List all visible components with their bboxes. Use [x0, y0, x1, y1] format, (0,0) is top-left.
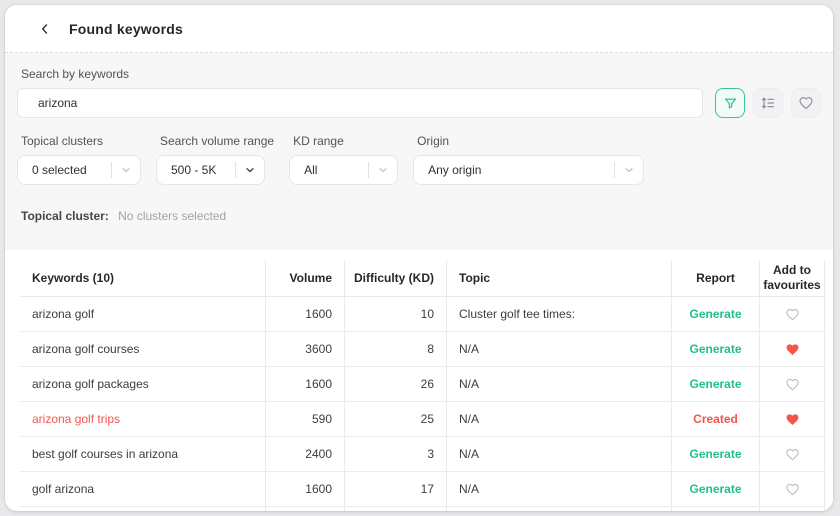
- col-header-favourites: Add to favourites: [760, 260, 825, 296]
- col-header-topic: Topic: [447, 260, 672, 296]
- col-header-difficulty: Difficulty (KD): [345, 260, 447, 296]
- dropdown-value: Any origin: [414, 163, 614, 177]
- keywords-table: Keywords (10) Volume Difficulty (KD) Top…: [20, 260, 825, 511]
- filter-label: Topical clusters: [21, 134, 141, 148]
- report-link[interactable]: Generate: [689, 482, 741, 496]
- report-link[interactable]: Generate: [689, 307, 741, 321]
- table-row: arizona golf trips 590 25 N/A Created: [20, 402, 825, 437]
- panel-header: Found keywords: [5, 5, 833, 53]
- difficulty-cell: 17: [345, 472, 447, 506]
- report-link[interactable]: Generate: [689, 377, 741, 391]
- heart-outline-icon: [785, 307, 800, 322]
- sort-order-button[interactable]: [753, 88, 783, 118]
- topic-cell: N/A: [447, 437, 672, 471]
- volume-cell: 1600: [266, 367, 345, 401]
- filter-origin: Origin Any origin: [413, 132, 644, 185]
- keyword-link[interactable]: golf arizona: [32, 482, 94, 496]
- search-input[interactable]: [17, 88, 703, 118]
- volume-cell: 2400: [266, 437, 345, 471]
- back-button[interactable]: [35, 19, 55, 39]
- volume-cell: 3600: [266, 332, 345, 366]
- keywords-table-section: Keywords (10) Volume Difficulty (KD) Top…: [5, 250, 833, 511]
- volume-cell: 590: [266, 402, 345, 436]
- table-header-row: Keywords (10) Volume Difficulty (KD) Top…: [20, 260, 825, 297]
- col-header-report: Report: [672, 260, 760, 296]
- page-title: Found keywords: [69, 21, 183, 37]
- chevron-down-icon: [236, 164, 264, 176]
- col-header-volume: Volume: [266, 260, 345, 296]
- col-header-keywords: Keywords (10): [20, 260, 266, 296]
- filter-label: Origin: [417, 134, 644, 148]
- table-row-partial: [20, 507, 825, 511]
- origin-dropdown[interactable]: Any origin: [413, 155, 644, 185]
- chevron-down-icon: [369, 164, 397, 176]
- chevron-left-icon: [38, 22, 52, 36]
- difficulty-cell: 25: [345, 402, 447, 436]
- filter-topical-clusters: Topical clusters 0 selected: [17, 132, 141, 185]
- heart-filled-icon: [785, 412, 800, 427]
- table-body: arizona golf 1600 10 Cluster golf tee ti…: [20, 297, 825, 507]
- keyword-link[interactable]: arizona golf: [32, 307, 94, 321]
- dropdown-value: All: [290, 163, 368, 177]
- topical-cluster-status: Topical cluster: No clusters selected: [21, 209, 821, 223]
- dropdown-value: 500 - 5K: [157, 163, 235, 177]
- search-volume-dropdown[interactable]: 500 - 5K: [156, 155, 265, 185]
- chevron-down-icon: [615, 164, 643, 176]
- heart-filled-icon: [785, 342, 800, 357]
- topic-cell: Cluster golf tee times:: [447, 297, 672, 331]
- found-keywords-panel: Found keywords Search by keywords: [5, 5, 833, 511]
- filter-label: KD range: [293, 134, 398, 148]
- report-link[interactable]: Created: [693, 412, 738, 426]
- heart-outline-icon: [785, 482, 800, 497]
- table-row: arizona golf courses 3600 8 N/A Generate: [20, 332, 825, 367]
- topic-cell: N/A: [447, 472, 672, 506]
- filter-label: Search volume range: [160, 134, 274, 148]
- topical-cluster-label: Topical cluster:: [21, 209, 109, 223]
- favourite-toggle[interactable]: [781, 373, 803, 395]
- kd-range-dropdown[interactable]: All: [289, 155, 398, 185]
- funnel-icon: [723, 96, 738, 111]
- favourite-toggle[interactable]: [781, 443, 803, 465]
- table-row: arizona golf packages 1600 26 N/A Genera…: [20, 367, 825, 402]
- favourite-toggle[interactable]: [781, 338, 803, 360]
- topic-cell: N/A: [447, 402, 672, 436]
- volume-cell: 1600: [266, 472, 345, 506]
- heart-icon: [798, 95, 814, 111]
- topic-cell: N/A: [447, 332, 672, 366]
- filter-section: Search by keywords: [5, 53, 833, 250]
- table-row: arizona golf 1600 10 Cluster golf tee ti…: [20, 297, 825, 332]
- keyword-link[interactable]: best golf courses in arizona: [32, 447, 178, 461]
- volume-cell: 1600: [266, 297, 345, 331]
- table-row: best golf courses in arizona 2400 3 N/A …: [20, 437, 825, 472]
- keyword-link[interactable]: arizona golf packages: [32, 377, 149, 391]
- filter-kd-range: KD range All: [289, 132, 398, 185]
- table-row: golf arizona 1600 17 N/A Generate: [20, 472, 825, 507]
- difficulty-cell: 26: [345, 367, 447, 401]
- heart-outline-icon: [785, 377, 800, 392]
- report-link[interactable]: Generate: [689, 447, 741, 461]
- topic-cell: N/A: [447, 367, 672, 401]
- chevron-down-icon: [112, 164, 140, 176]
- favourites-filter-button[interactable]: [791, 88, 821, 118]
- topical-clusters-dropdown[interactable]: 0 selected: [17, 155, 141, 185]
- difficulty-cell: 3: [345, 437, 447, 471]
- report-link[interactable]: Generate: [689, 342, 741, 356]
- sort-lines-icon: [760, 95, 776, 111]
- favourite-toggle[interactable]: [781, 303, 803, 325]
- search-label: Search by keywords: [21, 67, 821, 81]
- filters-row: Topical clusters 0 selected Search volum…: [17, 132, 821, 185]
- filter-search-volume: Search volume range 500 - 5K: [156, 132, 274, 185]
- heart-outline-icon: [785, 447, 800, 462]
- filter-toggle-button[interactable]: [715, 88, 745, 118]
- favourite-toggle[interactable]: [781, 408, 803, 430]
- difficulty-cell: 8: [345, 332, 447, 366]
- favourite-toggle[interactable]: [781, 478, 803, 500]
- dropdown-value: 0 selected: [18, 163, 111, 177]
- topical-cluster-value: No clusters selected: [118, 209, 226, 223]
- keyword-link[interactable]: arizona golf trips: [32, 412, 120, 426]
- difficulty-cell: 10: [345, 297, 447, 331]
- keyword-link[interactable]: arizona golf courses: [32, 342, 139, 356]
